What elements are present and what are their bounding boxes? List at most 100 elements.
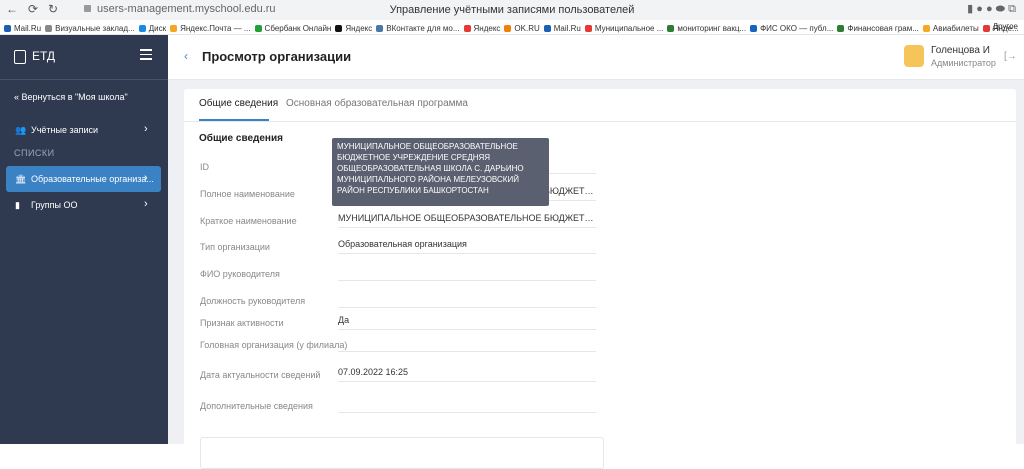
bookmark-item[interactable]: Муниципальное ... — [584, 22, 664, 34]
bookmark-label: Яндекс — [473, 24, 501, 33]
sidebar-divider — [0, 79, 168, 80]
bookmark-item[interactable]: ФИС ОКО — публ... — [750, 22, 834, 34]
logo-icon — [14, 49, 26, 64]
bookmark-favicon-icon — [750, 25, 758, 33]
page-title: Просмотр организации — [202, 49, 352, 64]
field-label: Дата актуальности сведений — [200, 370, 321, 380]
bookmark-item[interactable]: Mail.Ru — [4, 22, 42, 34]
logout-icon[interactable]: [→ — [1004, 51, 1017, 62]
institution-icon: 🏛 — [15, 174, 27, 184]
field-value: 07.09.2022 16:25 — [338, 367, 596, 382]
main-content: ‹ Просмотр организации Голенцова И Админ… — [168, 35, 1024, 469]
bookmarks-bar: Mail.Ru Визуальные заклад... Диск Яндекс.По… — [0, 20, 1024, 35]
field-value — [338, 337, 596, 352]
field-label: ФИО руководителя — [200, 269, 280, 279]
bookmark-favicon-icon — [45, 25, 53, 33]
bookmark-item[interactable]: Сбербанк Онлайн — [254, 22, 331, 34]
bookmark-item[interactable]: Mail.Ru — [543, 22, 581, 34]
header: ‹ Просмотр организации Голенцова И Админ… — [168, 35, 1024, 80]
sidebar-item-accounts[interactable]: 👥 Учётные записи › — [0, 117, 168, 143]
address-bar[interactable]: users-management.myschool.edu.ru — [84, 3, 276, 15]
sidebar-section-lists: СПИСКИ — [14, 148, 55, 158]
field-label: Должность руководителя — [200, 296, 306, 306]
bookmark-favicon-icon — [254, 25, 262, 33]
bookmark-item[interactable]: Яндекс — [335, 22, 373, 34]
users-icon: 👥 — [15, 125, 27, 135]
url-text: users-management.myschool.edu.ru — [97, 3, 276, 15]
bookmark-item[interactable]: Диск — [138, 22, 167, 34]
bookmark-favicon-icon — [922, 25, 930, 33]
bookmark-favicon-icon — [837, 25, 845, 33]
bookmark-item[interactable]: Визуальные заклад... — [45, 22, 135, 34]
field-label: Краткое наименование — [200, 216, 297, 226]
active-tab-indicator — [199, 119, 269, 121]
sidebar-item-groups[interactable]: ▮ Группы ОО › — [0, 192, 168, 218]
bookmark-favicon-icon — [463, 25, 471, 33]
bookmark-item[interactable]: мониторинг вакц... — [667, 22, 747, 34]
field-label: Дополнительные сведения — [200, 401, 313, 411]
bookmark-label: ФИС ОКО — публ... — [760, 24, 834, 33]
sidebar-item-organizations[interactable]: 🏛 Образовательные организа... › — [6, 166, 161, 192]
full-name-tooltip: МУНИЦИПАЛЬНОЕ ОБЩЕОБРАЗОВАТЕЛЬНОЕ БЮДЖЕТ… — [332, 138, 549, 206]
chevron-right-icon: › — [144, 198, 148, 210]
bookmark-item[interactable]: OK.RU — [504, 22, 540, 34]
user-name: Голенцова И — [931, 45, 990, 56]
bookmark-favicon-icon — [376, 25, 384, 33]
bookmark-label: Яндекс — [345, 24, 373, 33]
organization-card: Общие сведения Основная образовательная … — [184, 89, 1016, 469]
bookmark-favicon-icon — [504, 25, 512, 33]
bookmark-item[interactable]: ВКонтакте для мо... — [376, 22, 460, 34]
field-label: ID — [200, 162, 209, 172]
sidebar-item-label: Группы ОО — [31, 200, 78, 210]
field-value — [338, 293, 596, 308]
bookmark-label: Финансовая грам... — [847, 24, 919, 33]
menu-icon[interactable] — [140, 49, 152, 60]
browser-toolbar: ←⟳↻ users-management.myschool.edu.ru Упр… — [0, 0, 1024, 20]
brand[interactable]: ЕТД — [14, 49, 55, 64]
field-label: Признак активности — [200, 318, 284, 328]
field-value: Образовательная организация — [338, 239, 596, 254]
chevron-right-icon: › — [144, 172, 148, 184]
chevron-right-icon: › — [144, 123, 148, 135]
bookmark-favicon-icon — [543, 25, 551, 33]
bookmark-label: Визуальные заклад... — [55, 24, 135, 33]
bookmark-label: Диск — [148, 24, 167, 33]
bookmark-item[interactable]: Финансовая грам... — [837, 22, 919, 34]
user-role: Администратор — [931, 58, 996, 68]
bookmark-label: OK.RU — [514, 24, 540, 33]
back-arrow-icon[interactable]: ‹ — [184, 49, 188, 63]
field-label: Головная организация (у филиала) — [200, 340, 348, 350]
bookmark-icon: ▮ — [15, 200, 20, 210]
browser-nav-icons[interactable]: ←⟳↻ — [6, 2, 68, 16]
bookmark-label: Mail.Ru — [14, 24, 42, 33]
field-value — [338, 266, 596, 281]
bookmark-label: мониторинг вакц... — [677, 24, 747, 33]
browser-extension-icons[interactable]: ▮ ● ● ⬬ ⧉ — [967, 2, 1016, 16]
field-label: Полное наименование — [200, 189, 295, 199]
tab-education-program[interactable]: Основная образовательная программа — [286, 98, 468, 109]
brand-label: ЕТД — [32, 49, 56, 63]
bookmark-item[interactable]: Яндекс.Почта — ... — [170, 22, 251, 34]
avatar[interactable] — [904, 45, 924, 67]
sidebar: ЕТД « Вернуться в "Моя школа" 👥 Учётные … — [0, 35, 168, 444]
back-link-label: Вернуться в "Моя школа" — [21, 92, 128, 102]
tab-general[interactable]: Общие сведения — [199, 98, 278, 109]
bookmark-favicon-icon — [982, 25, 990, 33]
bookmark-label: Яндекс.Почта — ... — [180, 24, 251, 33]
bookmark-favicon-icon — [170, 25, 178, 33]
other-bookmarks[interactable]: Другое — [993, 20, 1018, 34]
bookmark-favicon-icon — [138, 25, 146, 33]
bookmark-label: Муниципальное ... — [594, 24, 664, 33]
bookmark-label: Авиабилеты — [932, 24, 979, 33]
bookmark-label: Mail.Ru — [553, 24, 581, 33]
bottom-panel — [200, 437, 604, 469]
bookmark-favicon-icon — [584, 25, 592, 33]
bookmark-item[interactable]: Яндекс — [463, 22, 501, 34]
back-to-school-link[interactable]: « Вернуться в "Моя школа" — [14, 92, 128, 102]
sidebar-item-label: Учётные записи — [31, 125, 99, 135]
bookmark-label: ВКонтакте для мо... — [386, 24, 460, 33]
bookmark-item[interactable]: Авиабилеты — [922, 22, 979, 34]
double-chevron-left-icon: « — [14, 92, 20, 102]
bookmark-favicon-icon — [335, 25, 343, 33]
lock-icon — [84, 5, 91, 12]
